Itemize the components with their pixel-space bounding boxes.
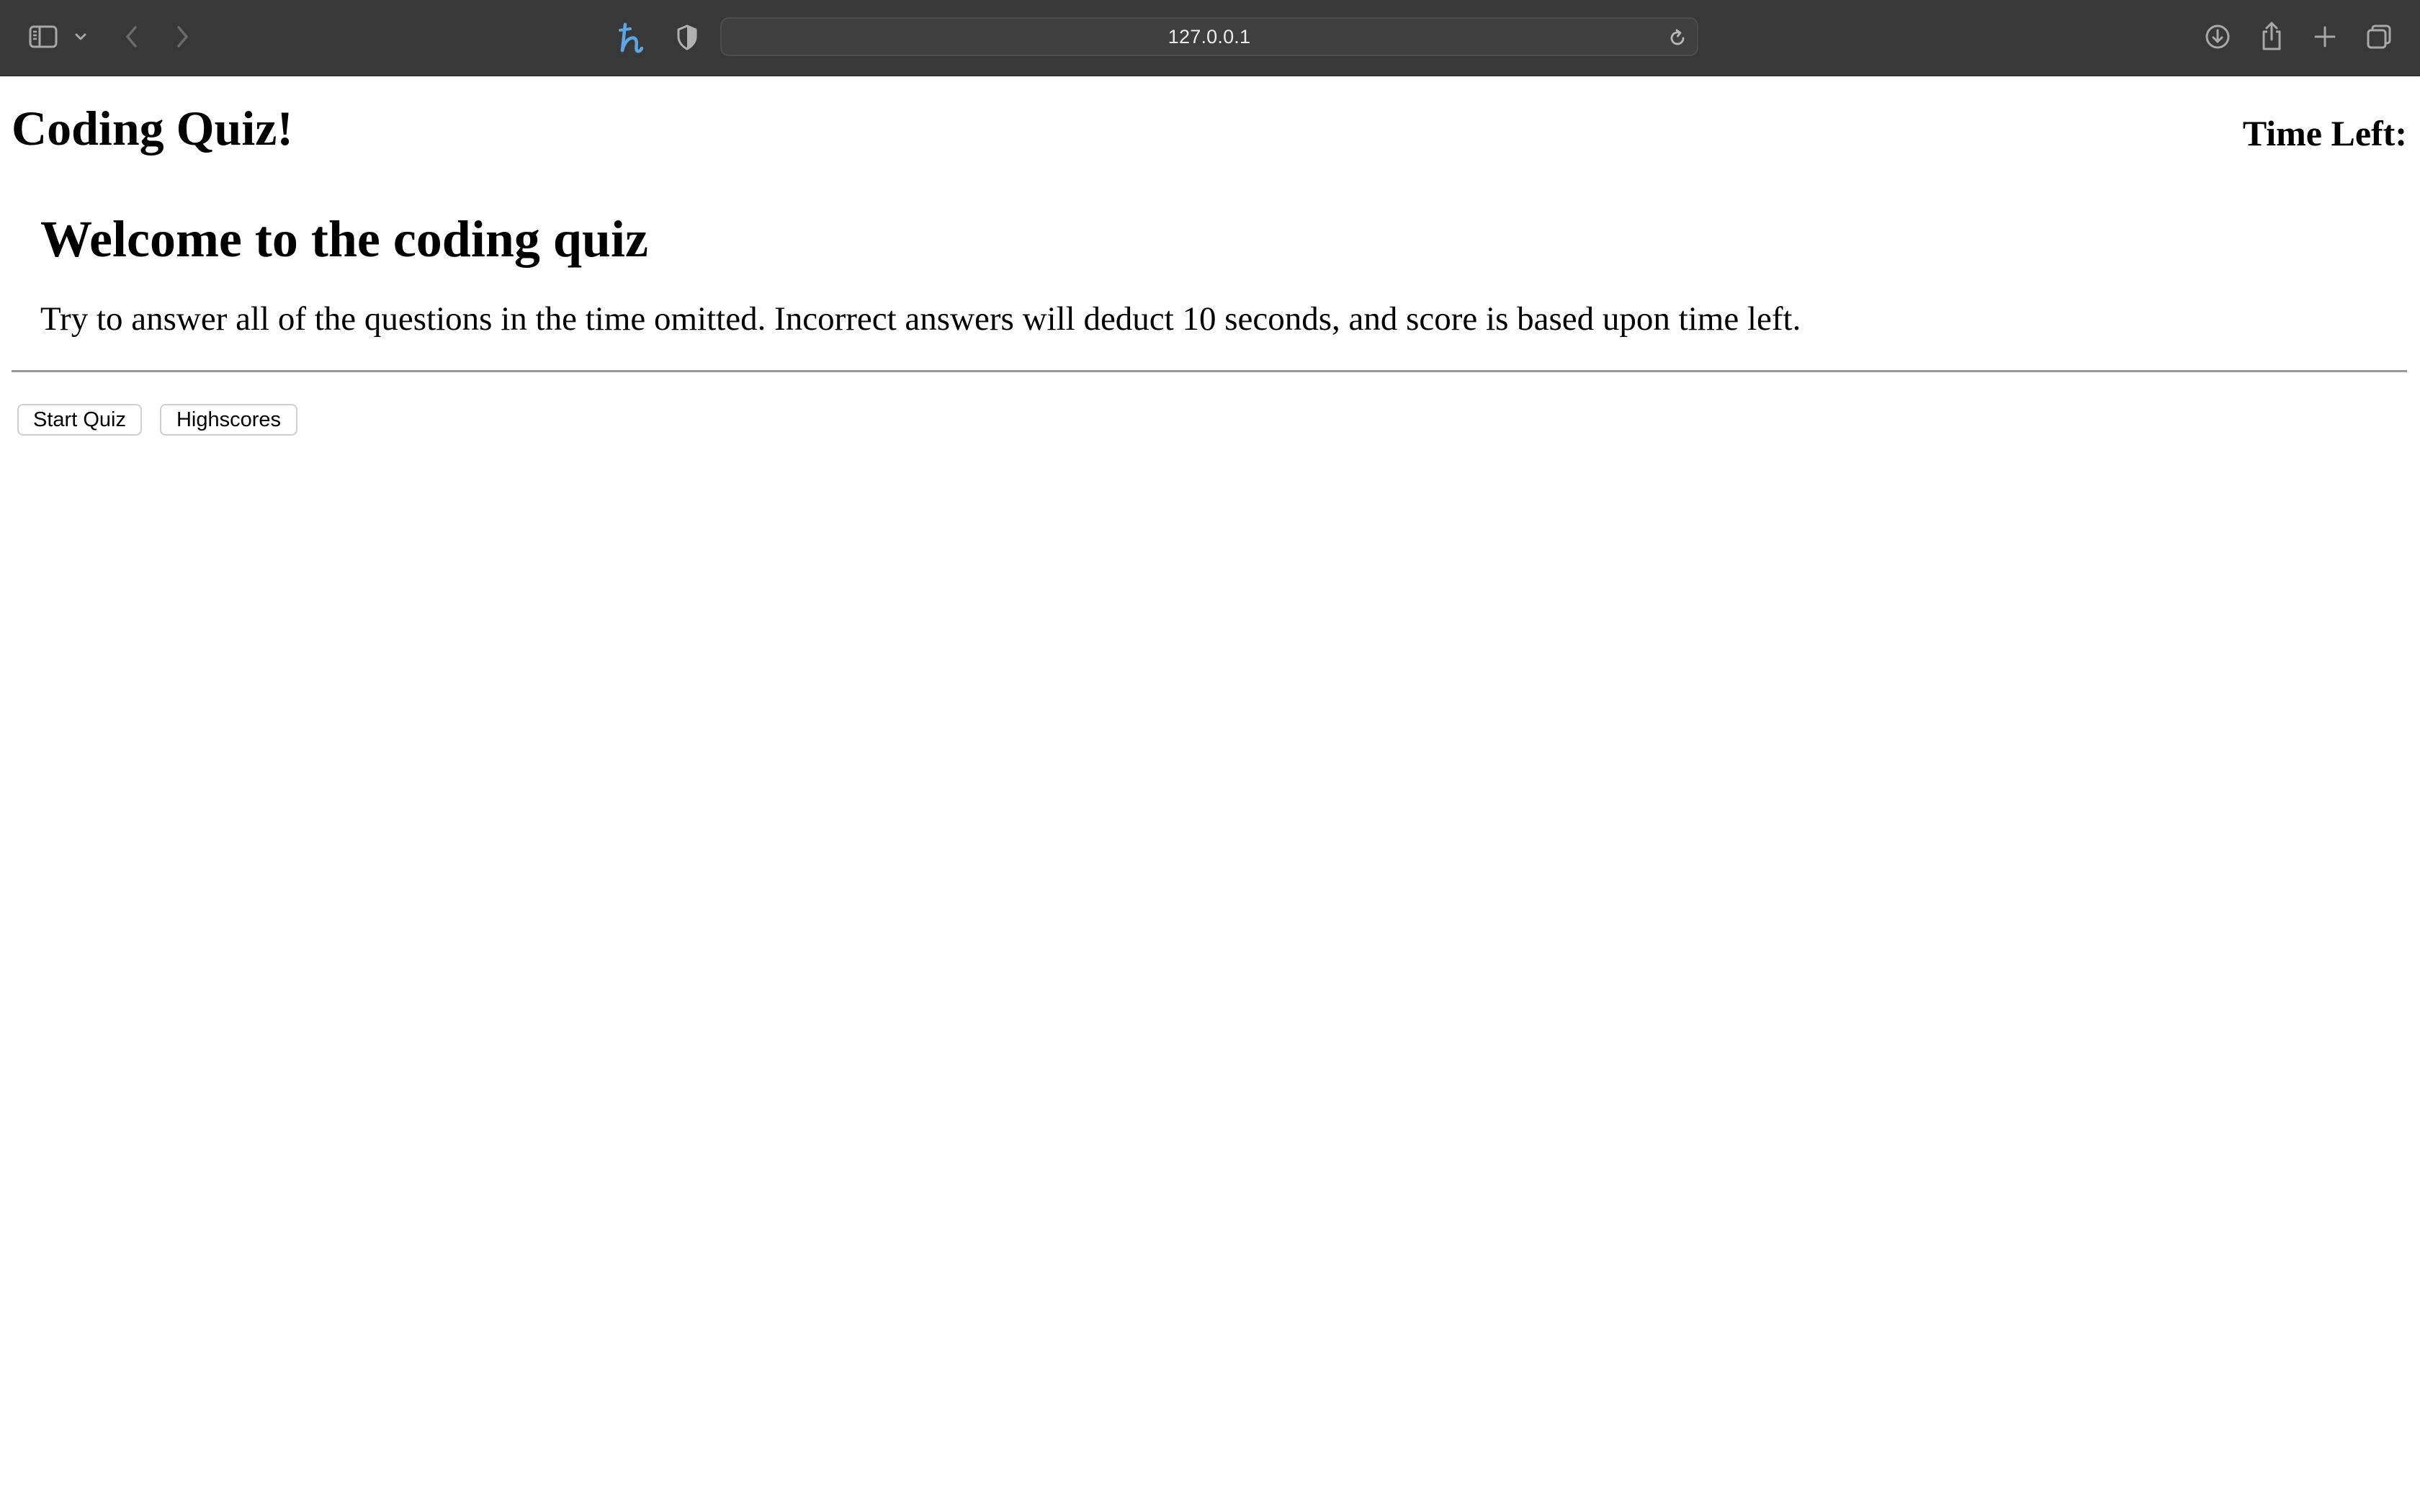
shield-icon[interactable] [673,22,702,53]
address-bar[interactable]: 127.0.0.1 [720,17,1698,56]
chevron-down-icon[interactable] [72,29,89,45]
start-quiz-button[interactable]: Start Quiz [17,404,142,436]
chevron-right-icon[interactable] [170,22,194,52]
sidebar-icon[interactable] [27,22,60,51]
page-header: Coding Quiz! Time Left: [12,101,2407,166]
highscores-button[interactable]: Highscores [160,404,297,436]
url-text[interactable]: 127.0.0.1 [722,19,1697,55]
download-icon[interactable] [2202,22,2233,52]
welcome-heading: Welcome to the coding quiz [40,210,648,268]
browser-toolbar: 127.0.0.1 [0,0,2420,76]
time-left-label: Time Left: [2242,113,2407,153]
plus-icon[interactable] [2311,22,2339,52]
honey-extension-icon[interactable] [615,20,647,55]
site-title: Coding Quiz! [12,101,294,156]
chevron-left-icon[interactable] [120,22,144,52]
reload-icon[interactable] [1667,27,1688,49]
tabs-overview-icon[interactable] [2364,22,2394,52]
divider [12,370,2407,372]
share-icon[interactable] [2257,19,2286,53]
intro-text: Try to answer all of the questions in th… [40,300,1801,338]
